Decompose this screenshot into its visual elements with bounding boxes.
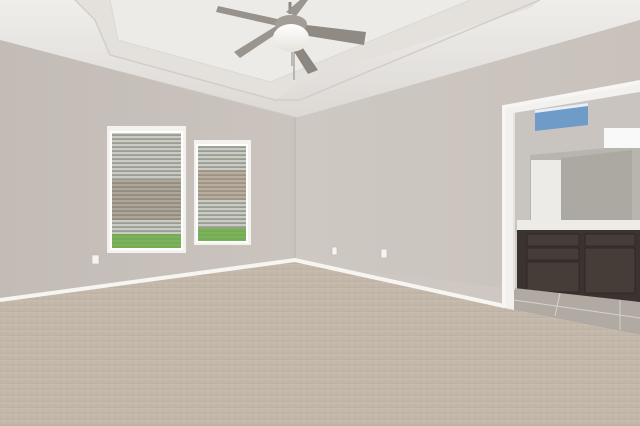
fan-light xyxy=(273,24,309,52)
wall-outlet xyxy=(380,248,388,259)
wall-outlet xyxy=(331,246,338,256)
doorway xyxy=(502,80,640,340)
wall-outlet xyxy=(91,254,100,265)
vanity-light xyxy=(604,128,640,148)
bedroom-photo xyxy=(0,0,640,426)
double-window xyxy=(107,126,251,253)
